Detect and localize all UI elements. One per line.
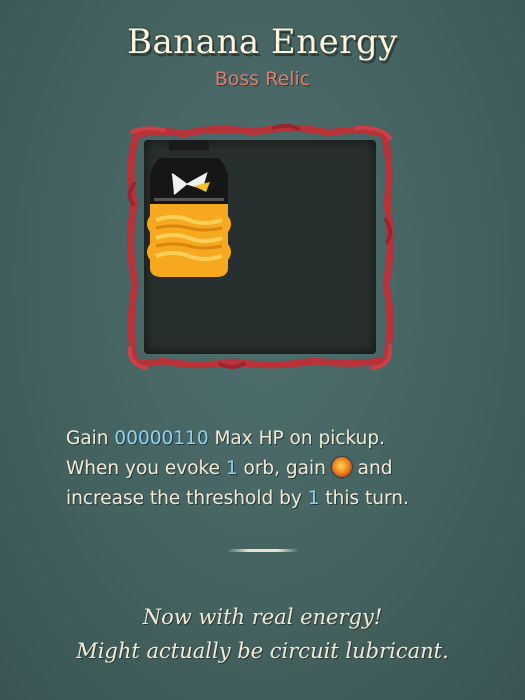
section-divider <box>227 549 299 552</box>
description-line-1: Gain 00000110 Max HP on pickup. <box>66 424 466 454</box>
relic-portrait-frame <box>124 124 396 370</box>
max-hp-value: 00000110 <box>114 428 209 449</box>
description-line-2: When you evoke 1 orb, gain and <box>66 454 466 484</box>
relic-description: Gain 00000110 Max HP on pickup. When you… <box>66 424 466 514</box>
description-text: increase the threshold by <box>66 488 308 509</box>
description-text: and <box>351 458 393 479</box>
threshold-increase: 1 <box>307 488 320 509</box>
description-text: this turn. <box>319 488 409 509</box>
flavor-line-1: Now with real energy! <box>142 605 383 629</box>
flavor-line-2: Might actually be circuit lubricant. <box>76 639 449 663</box>
relic-title: Banana Energy <box>127 22 398 62</box>
energy-orb-icon <box>331 457 352 477</box>
relic-rarity: Boss Relic <box>214 68 311 90</box>
orb-count: 1 <box>225 458 238 479</box>
relic-portrait <box>144 140 376 354</box>
description-text: When you evoke <box>66 458 226 479</box>
description-text: orb, gain <box>237 458 332 479</box>
flavor-text: Now with real energy! Might actually be … <box>0 600 525 668</box>
description-text: Gain <box>66 428 115 449</box>
description-line-3: increase the threshold by 1 this turn. <box>66 484 466 514</box>
energy-drink-bottle-icon <box>147 140 231 277</box>
description-text: Max HP on pickup. <box>208 428 386 449</box>
